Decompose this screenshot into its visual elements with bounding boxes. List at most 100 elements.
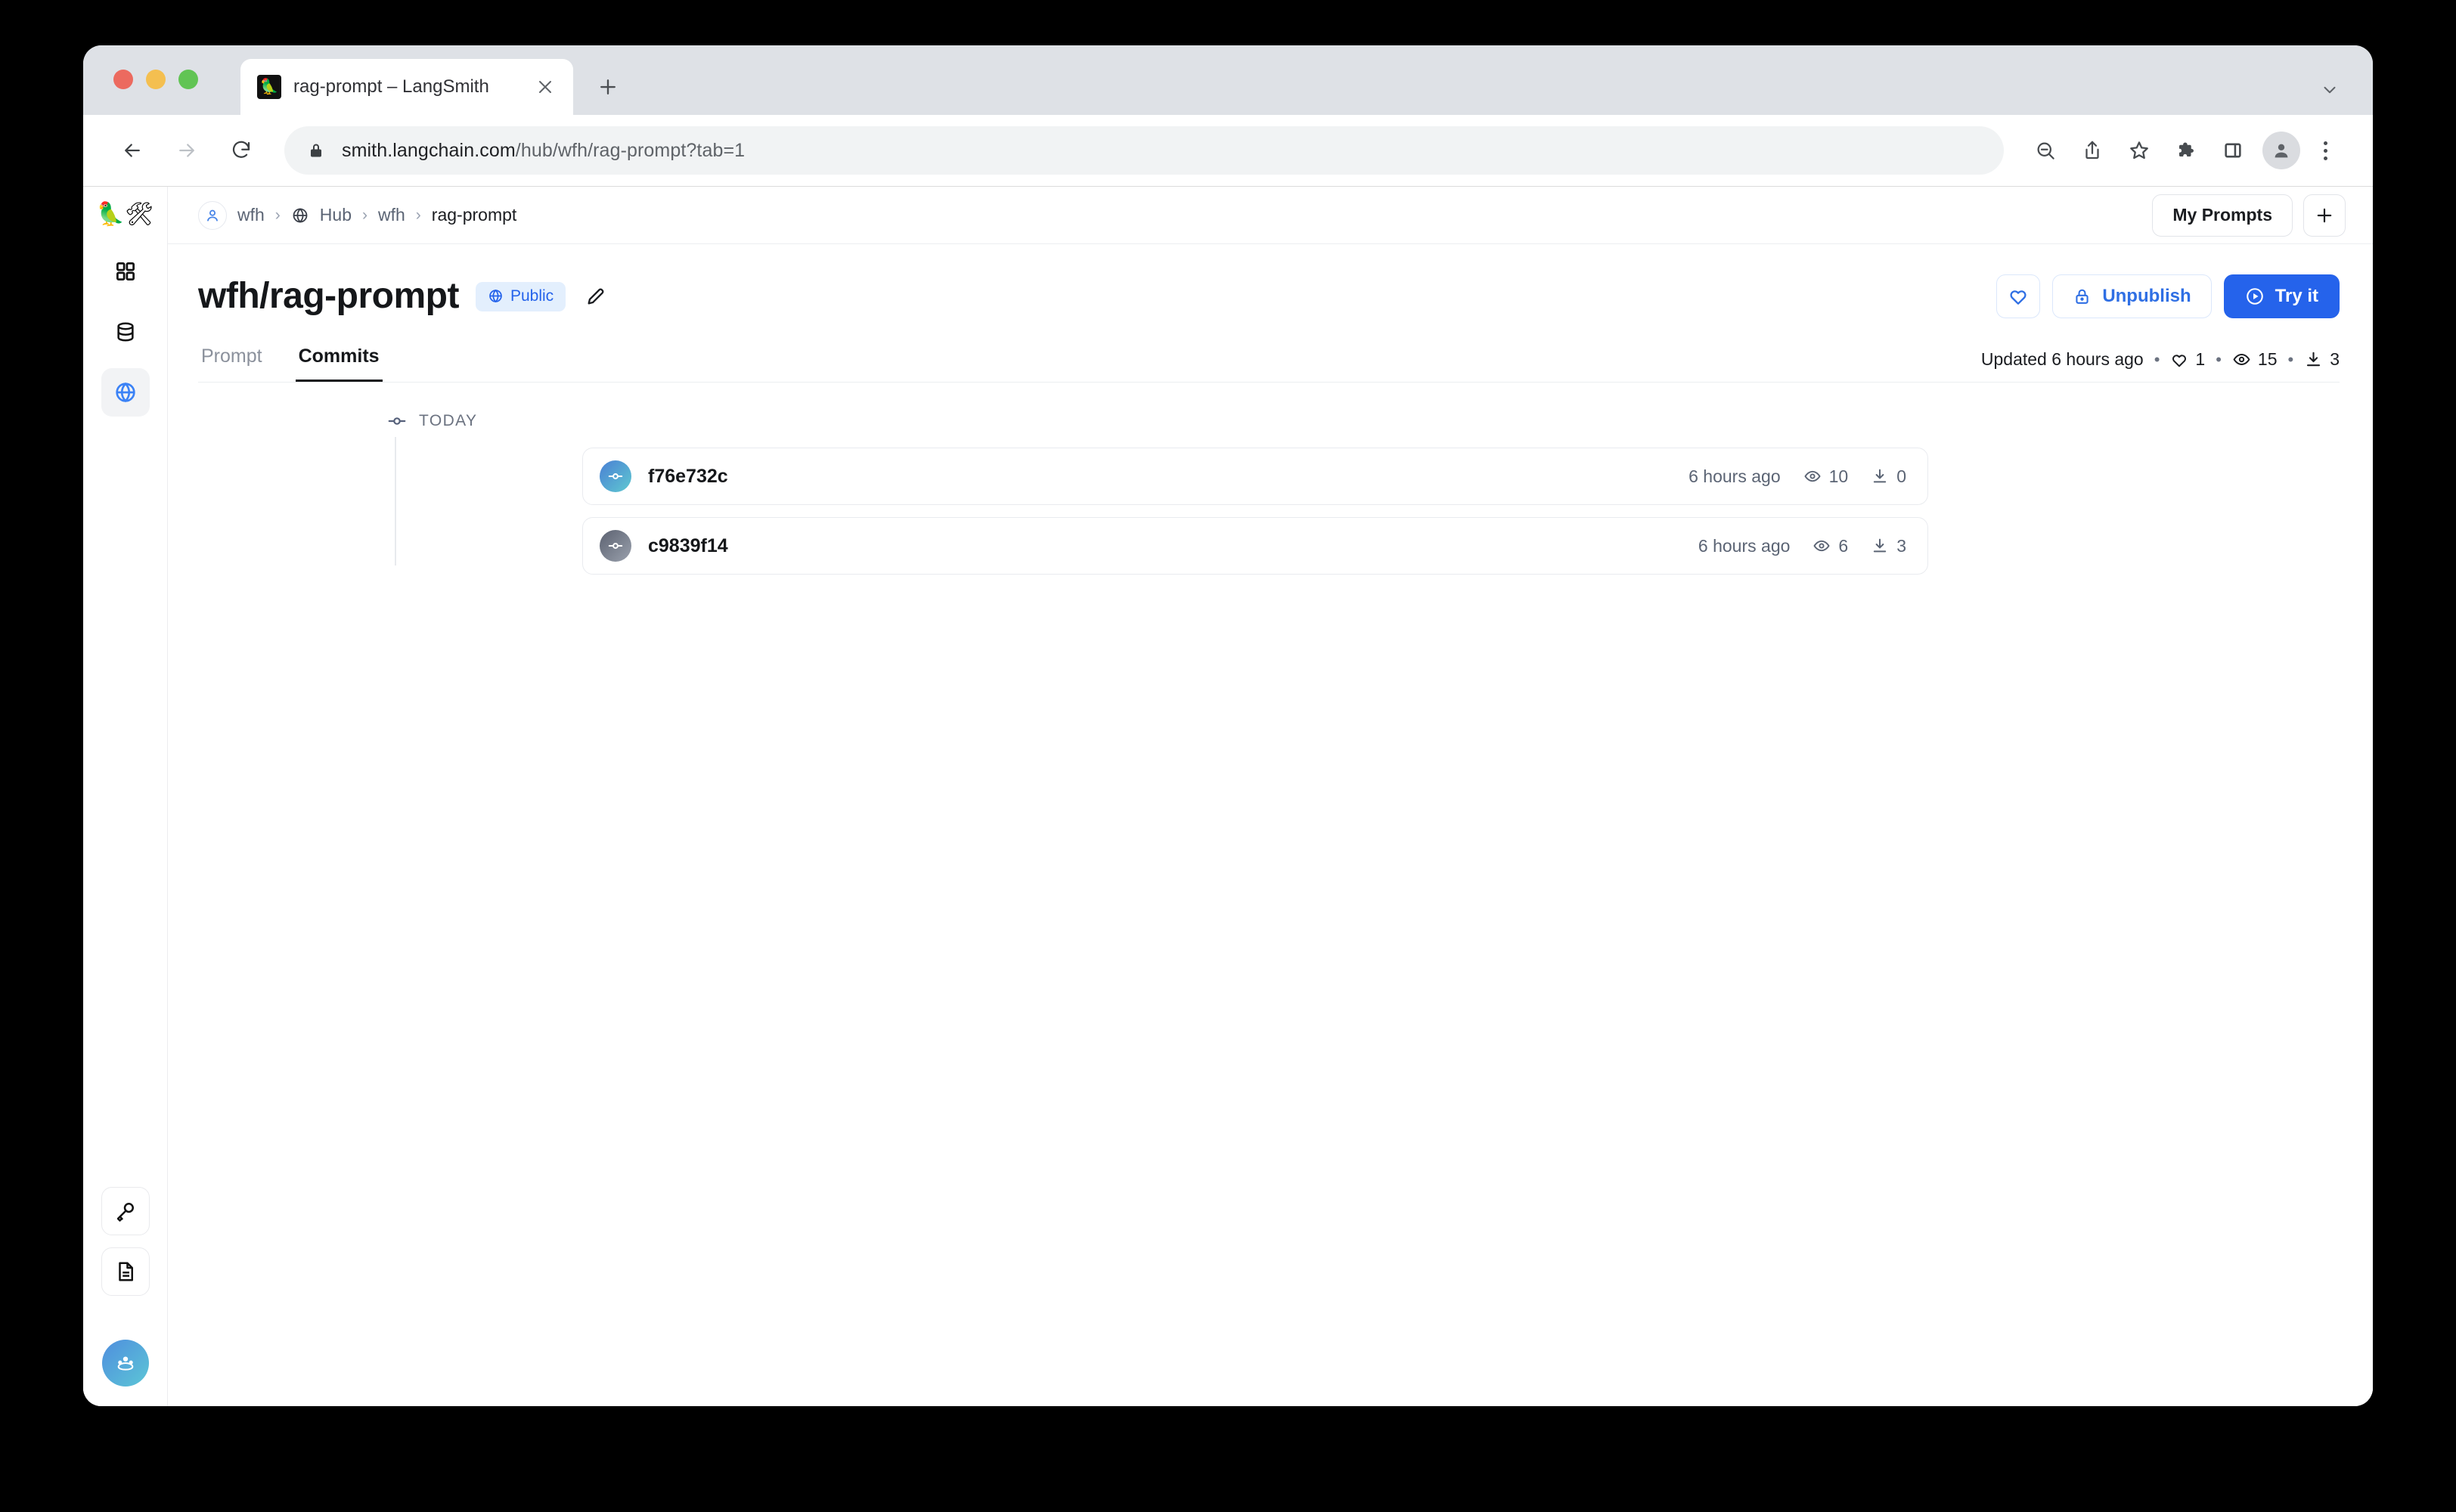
play-circle-icon [2245, 287, 2265, 306]
address-bar-url: smith.langchain.com/hub/wfh/rag-prompt?t… [342, 139, 746, 161]
commit-stats: 6 hours ago 6 3 [1698, 536, 1906, 556]
parrot-favicon: 🦜 [257, 75, 281, 99]
like-button[interactable] [1996, 274, 2041, 318]
globe-icon [488, 288, 504, 304]
sidebar-item-api-keys[interactable] [101, 1187, 150, 1235]
likes-stat: 1 [2170, 349, 2205, 370]
breadcrumb-separator: › [362, 206, 367, 224]
minimize-window-button[interactable] [146, 70, 166, 89]
back-arrow-icon[interactable] [109, 127, 156, 174]
commit-avatar-icon [600, 460, 631, 492]
key-icon [114, 1200, 137, 1222]
bookmark-star-icon[interactable] [2117, 129, 2161, 172]
side-panel-icon[interactable] [2211, 129, 2255, 172]
tab-commits[interactable]: Commits [295, 345, 383, 382]
tab-prompt[interactable]: Prompt [198, 345, 265, 382]
langchain-logo[interactable]: 🦜🛠 [97, 203, 154, 226]
commit-views-count: 10 [1828, 466, 1849, 486]
commit-avatar-icon [600, 530, 631, 562]
meta-separator: • [2154, 349, 2160, 369]
organization-avatar[interactable] [101, 1340, 149, 1387]
new-prompt-button[interactable] [2303, 194, 2346, 237]
commit-hash: c9839f14 [648, 534, 728, 556]
browser-tab[interactable]: 🦜 rag-prompt – LangSmith [240, 59, 573, 115]
close-window-button[interactable] [113, 70, 133, 89]
database-icon [114, 321, 137, 343]
commit-row[interactable]: f76e732c 6 hours ago 10 0 [582, 448, 1928, 505]
sidebar-item-projects[interactable] [101, 247, 150, 296]
my-prompts-button[interactable]: My Prompts [2152, 194, 2293, 237]
try-it-button[interactable]: Try it [2223, 274, 2340, 318]
toolbar-icon-group [2023, 129, 2347, 172]
views-count: 15 [2257, 349, 2278, 369]
browser-toolbar: smith.langchain.com/hub/wfh/rag-prompt?t… [83, 115, 2373, 187]
browser-window: 🦜 rag-prompt – LangSmith smith.langchain… [83, 45, 2373, 1406]
page-actions: Unpublish Try it [1996, 274, 2340, 318]
commits-list: f76e732c 6 hours ago 10 0 c9839f14 6 hou… [582, 448, 2340, 575]
globe-icon [113, 380, 138, 404]
lock-icon [2073, 287, 2092, 306]
app-sidebar: 🦜🛠 [83, 187, 168, 1406]
breadcrumb-item-current: rag-prompt [431, 205, 517, 225]
meta-separator: • [2216, 349, 2222, 369]
sidebar-item-docs[interactable] [101, 1247, 150, 1296]
download-icon [1871, 467, 1889, 485]
breadcrumb-bar: wfh › Hub › wfh › rag-prompt My Prompts [168, 187, 2373, 244]
pencil-icon[interactable] [585, 286, 606, 307]
new-tab-button[interactable] [587, 66, 629, 108]
commits-timeline: TODAY f76e732c 6 hours ago 10 0 c9839f14… [198, 411, 2340, 575]
profile-avatar-icon[interactable] [2262, 132, 2300, 169]
person-avatar-icon [198, 200, 227, 230]
document-icon [114, 1260, 137, 1283]
breadcrumb-item-hub[interactable]: Hub [320, 205, 352, 225]
unpublish-button[interactable]: Unpublish [2052, 274, 2212, 318]
downloads-count: 3 [2330, 349, 2340, 369]
extensions-icon[interactable] [2164, 129, 2208, 172]
page-title: wfh/rag-prompt [198, 275, 459, 316]
prompt-page: wfh/rag-prompt Public Unpublish Try it P… [168, 244, 2373, 1406]
downloads-stat: 3 [2304, 349, 2340, 370]
try-it-label: Try it [2275, 286, 2318, 306]
sidebar-item-datasets[interactable] [101, 308, 150, 356]
grid-icon [114, 260, 137, 283]
main-content: wfh › Hub › wfh › rag-prompt My Prompts [168, 187, 2373, 1406]
eye-icon [1803, 467, 1822, 485]
likes-count: 1 [2195, 349, 2206, 369]
close-icon[interactable] [532, 74, 558, 100]
commit-time: 6 hours ago [1698, 535, 1791, 556]
zoom-out-icon[interactable] [2023, 129, 2067, 172]
share-icon[interactable] [2070, 129, 2114, 172]
chevron-down-icon[interactable] [2320, 80, 2340, 100]
browser-tab-title: rag-prompt – LangSmith [293, 76, 489, 97]
maximize-window-button[interactable] [178, 70, 198, 89]
commit-downloads-count: 3 [1896, 535, 1906, 556]
window-traffic-lights [113, 70, 198, 89]
views-stat: 15 [2232, 349, 2278, 370]
updated-text: Updated 6 hours ago [1980, 349, 2144, 369]
browser-tab-strip: 🦜 rag-prompt – LangSmith [83, 45, 2373, 115]
commit-hash: f76e732c [648, 465, 728, 487]
breadcrumb-item-owner[interactable]: wfh [378, 205, 405, 225]
commits-group-header: TODAY [387, 411, 2340, 431]
commit-downloads-count: 0 [1896, 466, 1906, 486]
breadcrumb-separator: › [274, 206, 281, 224]
address-bar[interactable]: smith.langchain.com/hub/wfh/rag-prompt?t… [284, 126, 2004, 175]
sidebar-item-hub[interactable] [101, 368, 150, 417]
eye-icon [1813, 537, 1831, 555]
breadcrumb: wfh › Hub › wfh › rag-prompt [198, 200, 2152, 230]
breadcrumb-item-workspace[interactable]: wfh [237, 205, 265, 225]
reload-icon[interactable] [218, 127, 265, 174]
eye-icon [2232, 350, 2251, 369]
menu-kebab-icon[interactable] [2303, 129, 2347, 172]
commit-downloads-stat: 3 [1871, 536, 1906, 556]
commit-row[interactable]: c9839f14 6 hours ago 6 3 [582, 517, 1928, 575]
status-badge: Public [475, 281, 566, 311]
breadcrumb-actions: My Prompts [2152, 194, 2346, 237]
breadcrumb-separator: › [415, 206, 421, 224]
commit-views-stat: 10 [1803, 466, 1849, 487]
commit-downloads-stat: 0 [1871, 466, 1906, 487]
commit-stats: 6 hours ago 10 0 [1688, 466, 1906, 487]
meta-separator: • [2287, 349, 2294, 369]
heart-icon [2170, 351, 2188, 369]
page-header: wfh/rag-prompt Public Unpublish Try it [198, 274, 2340, 318]
